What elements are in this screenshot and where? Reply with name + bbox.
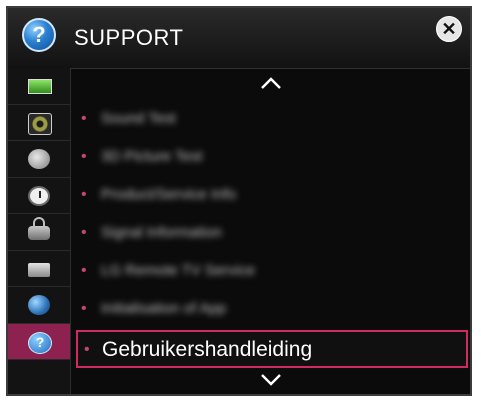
menu-item-label: LG Remote TV Service bbox=[101, 262, 255, 279]
menu-item-user-guide[interactable]: • Gebruikershandleiding bbox=[76, 330, 468, 368]
menu-item-label: 3D Picture Test bbox=[101, 148, 203, 165]
clock-icon bbox=[28, 185, 50, 206]
tv-picture-icon bbox=[28, 79, 52, 94]
sidebar-item-lock[interactable] bbox=[8, 214, 70, 251]
support-menu-panel: • Sound Test • 3D Picture Test • Product… bbox=[71, 68, 470, 394]
sidebar-item-time[interactable] bbox=[8, 178, 70, 214]
bullet-icon: • bbox=[81, 110, 87, 127]
satellite-dish-icon bbox=[28, 149, 50, 169]
menu-item-remote-service[interactable]: • LG Remote TV Service bbox=[71, 252, 470, 290]
chevron-down-icon bbox=[260, 374, 281, 386]
bullet-icon: • bbox=[81, 300, 87, 317]
chevron-up-icon bbox=[260, 77, 281, 89]
lock-icon bbox=[28, 217, 50, 240]
globe-network-icon bbox=[28, 295, 50, 315]
menu-item-sound-test[interactable]: • Sound Test bbox=[71, 100, 470, 138]
menu-item-label: Initialisation of App bbox=[101, 300, 227, 317]
bullet-icon: • bbox=[84, 341, 90, 358]
menu-item-label: Sound Test bbox=[101, 110, 176, 127]
close-button[interactable]: ✕ bbox=[436, 16, 462, 42]
help-icon: ? bbox=[28, 331, 52, 354]
dialog-header: ? SUPPORT ✕ bbox=[8, 8, 470, 69]
support-dialog: ? SUPPORT ✕ ? • Sound Test • 3D Picture … bbox=[6, 6, 472, 396]
menu-item-product-info[interactable]: • Product/Service Info bbox=[71, 176, 470, 214]
page-title: SUPPORT bbox=[74, 25, 184, 50]
support-menu-list: • Sound Test • 3D Picture Test • Product… bbox=[71, 100, 470, 368]
scroll-up-button[interactable] bbox=[71, 70, 470, 96]
sidebar-item-options[interactable] bbox=[8, 251, 70, 287]
bullet-icon: • bbox=[81, 262, 87, 279]
help-icon: ? bbox=[22, 18, 56, 52]
menu-item-label: Gebruikershandleiding bbox=[102, 338, 313, 361]
sidebar-item-support[interactable]: ? bbox=[8, 323, 70, 360]
sidebar-item-picture[interactable] bbox=[8, 68, 70, 105]
menu-item-signal-info[interactable]: • Signal Information bbox=[71, 214, 470, 252]
menu-item-label: Product/Service Info bbox=[101, 186, 237, 203]
sidebar-item-channels[interactable] bbox=[8, 141, 70, 178]
bullet-icon: • bbox=[81, 148, 87, 165]
speaker-icon bbox=[28, 112, 52, 135]
sidebar-item-network[interactable] bbox=[8, 287, 70, 324]
scroll-down-button[interactable] bbox=[71, 368, 470, 394]
sidebar-item-sound[interactable] bbox=[8, 105, 70, 141]
bullet-icon: • bbox=[81, 224, 87, 241]
bullet-icon: • bbox=[81, 186, 87, 203]
sidebar: ? bbox=[8, 68, 71, 394]
menu-item-label: Signal Information bbox=[101, 224, 222, 241]
menu-item-3d-picture-test[interactable]: • 3D Picture Test bbox=[71, 138, 470, 176]
toolbox-icon bbox=[28, 262, 50, 277]
menu-item-initialisation[interactable]: • Initialisation of App bbox=[71, 290, 470, 328]
